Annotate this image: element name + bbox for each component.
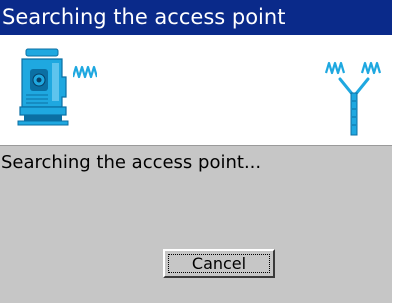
cancel-button[interactable]: Cancel: [163, 249, 275, 278]
wireless-access-point-antenna-icon: [324, 61, 382, 136]
window-edge: [392, 0, 409, 303]
window-title: Searching the access point: [2, 5, 286, 29]
wireless-signal-waves-icon: [73, 65, 97, 79]
status-message: Searching the access point...: [1, 152, 262, 173]
total-station-instrument-icon: [17, 48, 69, 126]
title-bar: Searching the access point: [0, 0, 392, 35]
content-area: Searching the access point... Cancel: [0, 146, 392, 303]
connection-banner: [0, 35, 392, 145]
search-dialog: Searching the access point Searching the…: [0, 0, 392, 303]
cancel-button-label: Cancel: [168, 254, 270, 273]
